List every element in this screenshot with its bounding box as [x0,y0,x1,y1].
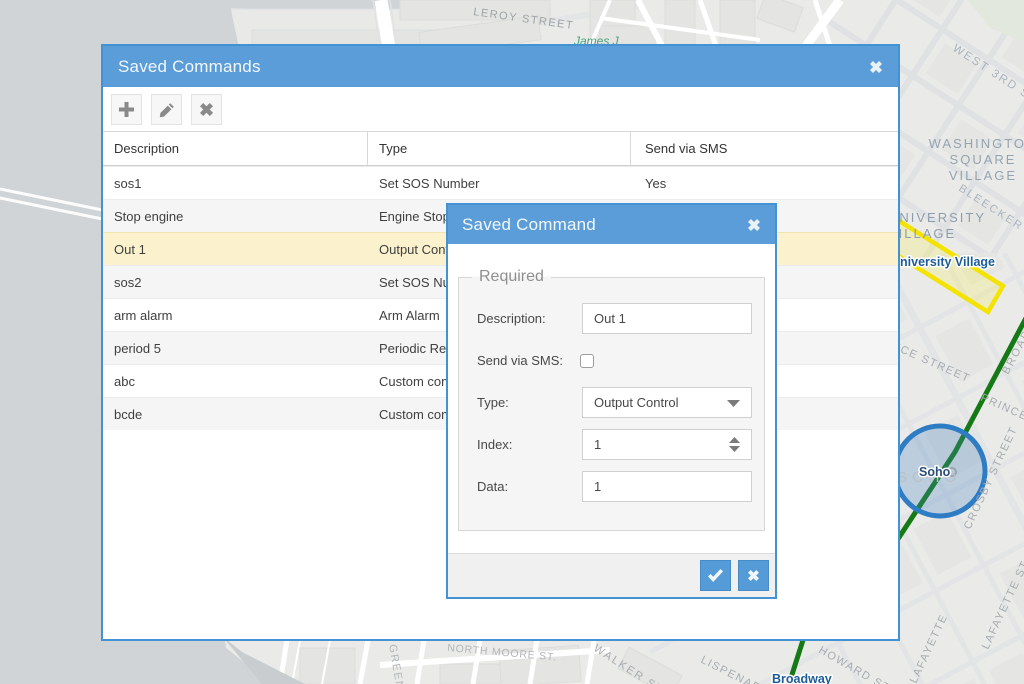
svg-text:Soho: Soho [919,465,951,479]
svg-text:University Village: University Village [891,255,995,269]
svg-text:WASHINGTON: WASHINGTON [929,136,1024,151]
svg-text:SQUARE: SQUARE [950,152,1017,167]
svg-text:Broadway: Broadway [772,672,832,684]
svg-text:VILLAGE: VILLAGE [949,168,1017,183]
svg-text:UNIVERSITY: UNIVERSITY [888,210,986,225]
